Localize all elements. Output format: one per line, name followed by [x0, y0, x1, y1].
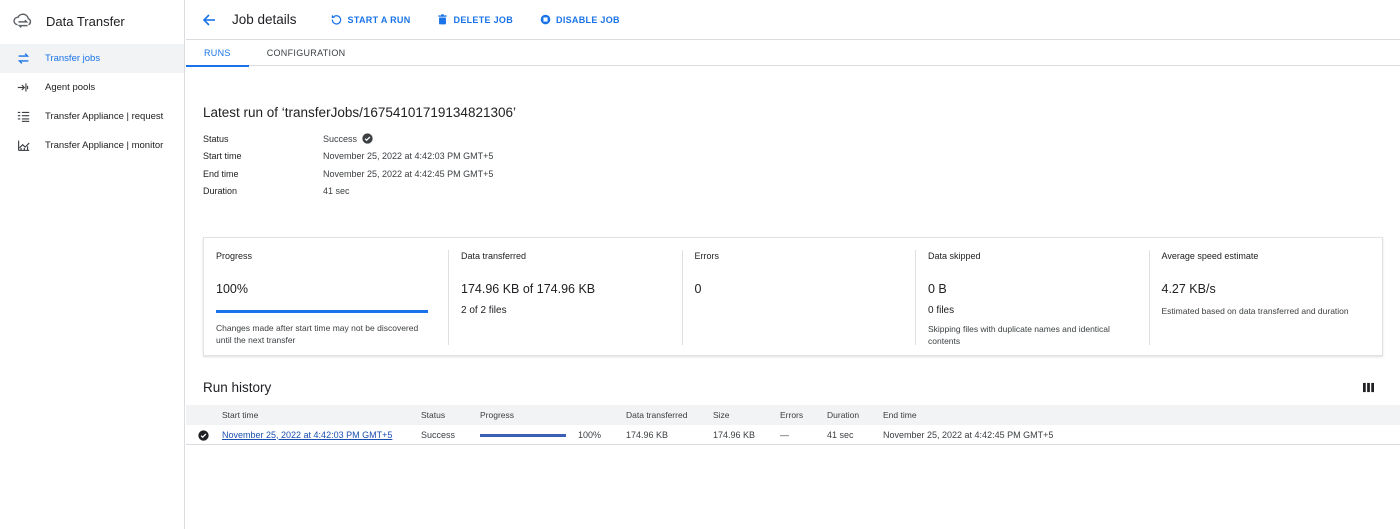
status-row: Status Success [203, 130, 516, 148]
col-size[interactable]: Size [713, 410, 730, 420]
col-end-time[interactable]: End time [883, 410, 917, 420]
start-run-label: START A RUN [347, 14, 411, 25]
duration-row: Duration 41 sec [203, 183, 516, 201]
run-history-table: Start time Status Progress Data transfer… [186, 405, 1400, 445]
sidebar-item-label: Transfer jobs [45, 53, 101, 64]
avg-speed-card: Average speed estimate 4.27 KB/s Estimat… [1150, 250, 1383, 345]
start-run-button[interactable]: START A RUN [331, 14, 411, 26]
tab-runs[interactable]: RUNS [186, 40, 249, 67]
col-duration[interactable]: Duration [827, 410, 859, 420]
avg-speed-title: Average speed estimate [1161, 251, 1259, 261]
start-time-key: Start time [203, 151, 242, 162]
sidebar-item-agent-pools[interactable]: Agent pools [0, 73, 184, 102]
sidebar: Data Transfer Transfer jobs Agent pools … [0, 0, 185, 529]
progress-card: Progress 100% Changes made after start t… [204, 250, 449, 345]
top-toolbar: Job details START A RUN DELETE JOB DISAB… [186, 0, 1400, 40]
run-history-title: Run history [203, 380, 272, 395]
run-progress-value: 100% [578, 429, 602, 440]
delete-job-label: DELETE JOB [453, 14, 514, 25]
data-transfer-logo-icon [12, 10, 34, 32]
errors-card: Errors 0 [683, 250, 916, 345]
sidebar-item-appliance-request[interactable]: Transfer Appliance | request [0, 102, 184, 131]
status-text: Success [323, 133, 358, 144]
sidebar-item-label: Transfer Appliance | monitor [45, 140, 164, 151]
start-time-value: November 25, 2022 at 4:42:03 PM GMT+5 [323, 151, 494, 162]
data-skipped-note: Skipping files with duplicate names and … [928, 324, 1110, 346]
run-duration: 41 sec [827, 429, 854, 440]
sidebar-header: Data Transfer [0, 0, 184, 42]
run-errors: — [780, 429, 789, 440]
latest-run-heading: Latest run of ‘transferJobs/167541017191… [203, 105, 516, 120]
progress-note: Changes made after start time may not be… [216, 323, 419, 345]
progress-value: 100% [216, 282, 248, 296]
col-data-transferred[interactable]: Data transferred [626, 410, 687, 420]
data-transferred-files: 2 of 2 files [461, 305, 507, 316]
run-end-time: November 25, 2022 at 4:42:45 PM GMT+5 [883, 429, 1054, 440]
progress-title: Progress [216, 251, 253, 261]
data-transferred-card: Data transferred 174.96 KB of 174.96 KB … [449, 250, 683, 345]
tab-bar: RUNS CONFIGURATION [186, 40, 1400, 67]
list-request-icon [16, 110, 30, 124]
duration-value: 41 sec [323, 186, 350, 197]
run-data-transferred: 174.96 KB [626, 429, 669, 440]
col-progress[interactable]: Progress [480, 410, 514, 420]
sidebar-title: Data Transfer [46, 13, 125, 29]
sidebar-item-label: Agent pools [45, 82, 96, 93]
disable-job-button[interactable]: DISABLE JOB [539, 14, 620, 26]
tab-configuration[interactable]: CONFIGURATION [249, 40, 364, 66]
latest-run-section: Latest run of ‘transferJobs/167541017191… [203, 105, 516, 200]
progress-bar [216, 310, 428, 313]
run-progress-bar [480, 434, 566, 437]
run-start-time-link[interactable]: November 25, 2022 at 4:42:03 PM GMT+5 [222, 430, 392, 440]
avg-speed-value: 4.27 KB/s [1161, 282, 1216, 296]
data-skipped-card: Data skipped 0 B 0 files Skipping files … [916, 250, 1150, 346]
table-header: Start time Status Progress Data transfer… [186, 405, 1400, 425]
errors-value: 0 [694, 282, 702, 296]
data-skipped-value: 0 B [928, 282, 947, 296]
column-display-options-icon[interactable] [1361, 380, 1375, 394]
duration-key: Duration [203, 186, 238, 197]
table-row[interactable]: November 25, 2022 at 4:42:03 PM GMT+5 Su… [186, 425, 1400, 445]
sidebar-item-appliance-monitor[interactable]: Transfer Appliance | monitor [0, 131, 184, 160]
stop-circle-icon [539, 14, 551, 26]
data-skipped-files: 0 files [928, 305, 955, 316]
end-time-row: End time November 25, 2022 at 4:42:45 PM… [203, 165, 516, 183]
disable-job-label: DISABLE JOB [556, 14, 620, 25]
swap-arrows-icon [16, 52, 30, 66]
back-arrow-icon[interactable] [198, 9, 220, 31]
errors-title: Errors [694, 251, 720, 261]
end-time-value: November 25, 2022 at 4:42:45 PM GMT+5 [323, 168, 494, 179]
data-transferred-value: 174.96 KB of 174.96 KB [461, 282, 596, 296]
monitor-chart-icon [16, 139, 30, 153]
page-title: Job details [232, 12, 297, 27]
success-check-icon [198, 429, 209, 441]
stats-panel: Progress 100% Changes made after start t… [203, 237, 1383, 356]
success-check-icon [362, 133, 373, 144]
col-status[interactable]: Status [421, 410, 445, 420]
refresh-icon [331, 14, 343, 26]
start-time-row: Start time November 25, 2022 at 4:42:03 … [203, 148, 516, 166]
sidebar-item-transfer-jobs[interactable]: Transfer jobs [0, 44, 184, 73]
data-skipped-title: Data skipped [928, 251, 981, 261]
sidebar-item-label: Transfer Appliance | request [45, 111, 164, 122]
run-status: Success [421, 429, 456, 440]
end-time-key: End time [203, 168, 239, 179]
status-value: Success [323, 133, 373, 144]
col-errors[interactable]: Errors [780, 410, 803, 420]
delete-job-button[interactable]: DELETE JOB [437, 14, 514, 26]
avg-speed-note: Estimated based on data transferred and … [1161, 306, 1349, 316]
trash-icon [437, 14, 449, 26]
col-start-time[interactable]: Start time [222, 410, 258, 420]
data-transferred-title: Data transferred [461, 251, 527, 261]
status-key: Status [203, 133, 229, 144]
run-size: 174.96 KB [713, 429, 756, 440]
agent-pool-icon [16, 81, 30, 95]
